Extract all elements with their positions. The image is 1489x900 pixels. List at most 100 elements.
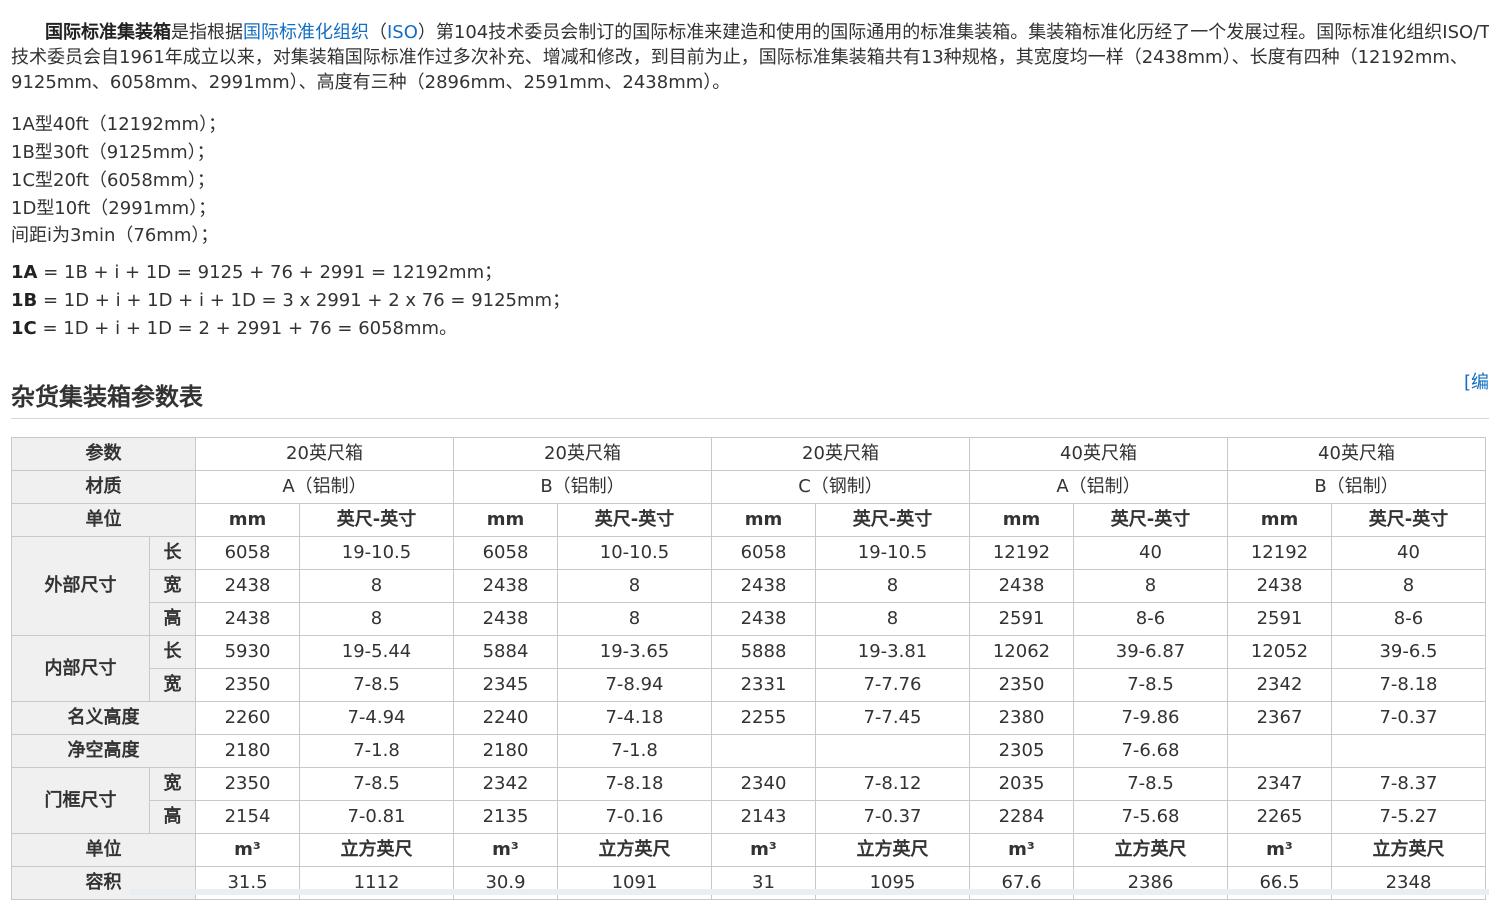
value-cell: 8: [557, 602, 712, 636]
value-cell: [1331, 734, 1486, 768]
formula-expr: = 1B + i + 1D = 9125 + 76 + 2991 = 12192…: [37, 262, 503, 283]
volume-unit-row: 单位 m³ 立方英尺 m³ 立方英尺 m³ 立方英尺 m³ 立方英尺 m³ 立方英尺: [11, 833, 1486, 867]
value-cell: 19-3.65: [557, 635, 712, 669]
value-cell: 7-8.18: [557, 767, 712, 801]
value-cell: 2438: [195, 569, 300, 603]
value-cell: 2350: [195, 668, 300, 702]
type-item: 间距i为3min（76mm）；: [11, 225, 219, 246]
value-cell: 2438: [711, 602, 816, 636]
value-cell: 2591: [1227, 602, 1332, 636]
unit-cuft-cell: 立方英尺: [1331, 833, 1486, 867]
formula-expr: = 1D + i + 1D + i + 1D = 3 x 2991 + 2 x …: [37, 290, 571, 311]
value-cell: 7-5.68: [1073, 800, 1228, 834]
value-cell: 6058: [195, 536, 300, 570]
section-title: 杂货集装箱参数表: [11, 380, 1489, 419]
value-cell: 7-0.37: [815, 800, 970, 834]
unit-ft-cell: 英尺-英寸: [299, 503, 454, 537]
table-row: 高 2438 8 2438 8 2438 8 2591 8-6 2591 8-6: [12, 602, 1486, 636]
value-cell: 7-1.8: [299, 734, 454, 768]
value-cell: 7-8.12: [815, 767, 970, 801]
value-cell: 2154: [195, 800, 300, 834]
value-cell: 2438: [969, 569, 1074, 603]
box-type-cell: 40英尺箱: [1227, 437, 1486, 471]
value-cell: 8-6: [1331, 602, 1486, 636]
value-cell: [815, 734, 970, 768]
value-cell: 12192: [1227, 536, 1332, 570]
unit-ft-cell: 英尺-英寸: [815, 503, 970, 537]
box-type-cell: 20英尺箱: [711, 437, 970, 471]
iso-link[interactable]: ISO: [387, 22, 418, 43]
type-item: 1C型20ft（6058mm）；: [11, 170, 215, 191]
formula-1c: 1C = 1D + i + 1D = 2 + 2991 + 76 = 6058m…: [11, 315, 570, 343]
table-row: 外部尺寸长 6058 19-10.5 6058 10-10.5 6058 19-10.5 12…: [11, 536, 1486, 636]
material-cell: B（铝制）: [1227, 470, 1486, 504]
value-cell: 2340: [711, 767, 816, 801]
value-cell: 2345: [453, 668, 558, 702]
value-cell: 19-5.44: [299, 635, 454, 669]
unit-mm-cell: mm: [711, 503, 816, 537]
material-cell: A（铝制）: [195, 470, 454, 504]
table-row: 宽 2350 7-8.5 2345 7-8.94 2331 7-7.76 2350 7-8.5 2…: [12, 668, 1486, 702]
type-item: 1B型30ft（9125mm）；: [11, 142, 215, 163]
unit-label: 单位: [11, 833, 196, 867]
intro-paren: （: [369, 22, 387, 43]
material-cell: A（铝制）: [969, 470, 1228, 504]
value-cell: 19-10.5: [815, 536, 970, 570]
unit-cuft-cell: 立方英尺: [299, 833, 454, 867]
formula-1a: 1A = 1B + i + 1D = 9125 + 76 + 2991 = 12…: [11, 259, 570, 287]
value-cell: 2438: [453, 569, 558, 603]
sub-label: 宽: [149, 767, 196, 801]
value-cell: 2331: [711, 668, 816, 702]
value-cell: 2438: [1227, 569, 1332, 603]
box-type-cell: 40英尺箱: [969, 437, 1228, 471]
material-label: 材质: [11, 470, 196, 504]
unit-m3-cell: m³: [1227, 833, 1332, 867]
horizontal-scrollbar[interactable]: [130, 889, 1489, 895]
value-cell: 2143: [711, 800, 816, 834]
value-cell: 7-5.27: [1331, 800, 1486, 834]
value-cell: 2347: [1227, 767, 1332, 801]
type-item: 1D型10ft（2991mm）；: [11, 198, 217, 219]
value-cell: 8: [815, 602, 970, 636]
sub-label: 长: [149, 536, 196, 570]
header-row-unit: 单位 mm 英尺-英寸 mm 英尺-英寸 mm 英尺-英寸 mm 英尺-英寸 mm 英尺-英寸: [11, 503, 1486, 537]
value-cell: 7-8.5: [299, 767, 454, 801]
sub-label: 高: [149, 800, 196, 834]
value-cell: 8: [299, 602, 454, 636]
unit-cuft-cell: 立方英尺: [557, 833, 712, 867]
table-row: 高 2154 7-0.81 2135 7-0.16 2143 7-0.37 2284 7-5.6…: [12, 800, 1486, 834]
value-cell: 8: [1073, 569, 1228, 603]
value-cell: 6058: [453, 536, 558, 570]
sub-label: 高: [149, 602, 196, 636]
intro-line-3: 9125mm、6058mm、2991mm）、高度有三种（2896mm、2591m…: [11, 72, 731, 93]
sub-label: 长: [149, 635, 196, 669]
value-cell: 39-6.87: [1073, 635, 1228, 669]
value-cell: 7-0.16: [557, 800, 712, 834]
unit-m3-cell: m³: [711, 833, 816, 867]
header-row-material: 材质 A（铝制） B（铝制） C（钢制） A（铝制） B（铝制）: [11, 470, 1486, 504]
value-cell: 7-8.94: [557, 668, 712, 702]
unit-m3-cell: m³: [969, 833, 1074, 867]
value-cell: 8: [557, 569, 712, 603]
table-row: 门框尺寸宽 2350 7-8.5 2342 7-8.18 2340 7-8.12 2035 7-…: [11, 767, 1486, 834]
value-cell: 2255: [711, 701, 816, 735]
value-cell: 2380: [969, 701, 1074, 735]
box-type-cell: 20英尺箱: [195, 437, 454, 471]
box-type-cell: 20英尺箱: [453, 437, 712, 471]
iso-org-link[interactable]: 国际标准化组织: [243, 22, 369, 43]
value-cell: 7-8.5: [1073, 767, 1228, 801]
type-item: 1A型40ft（12192mm）；: [11, 114, 227, 135]
edit-section-link[interactable]: [编: [1464, 368, 1489, 394]
value-cell: 2438: [711, 569, 816, 603]
table-row: 净空高度 2180 7-1.8 2180 7-1.8 2305 7-6.68: [11, 734, 1486, 768]
formula-label: 1A: [11, 262, 38, 283]
material-cell: B（铝制）: [453, 470, 712, 504]
value-cell: 7-8.5: [299, 668, 454, 702]
row-label: 净空高度: [11, 734, 196, 768]
value-cell: 5930: [195, 635, 300, 669]
formula-label: 1C: [11, 318, 37, 339]
sub-label: 宽: [149, 668, 196, 702]
value-cell: 2035: [969, 767, 1074, 801]
value-cell: 8: [1331, 569, 1486, 603]
unit-mm-cell: mm: [1227, 503, 1332, 537]
